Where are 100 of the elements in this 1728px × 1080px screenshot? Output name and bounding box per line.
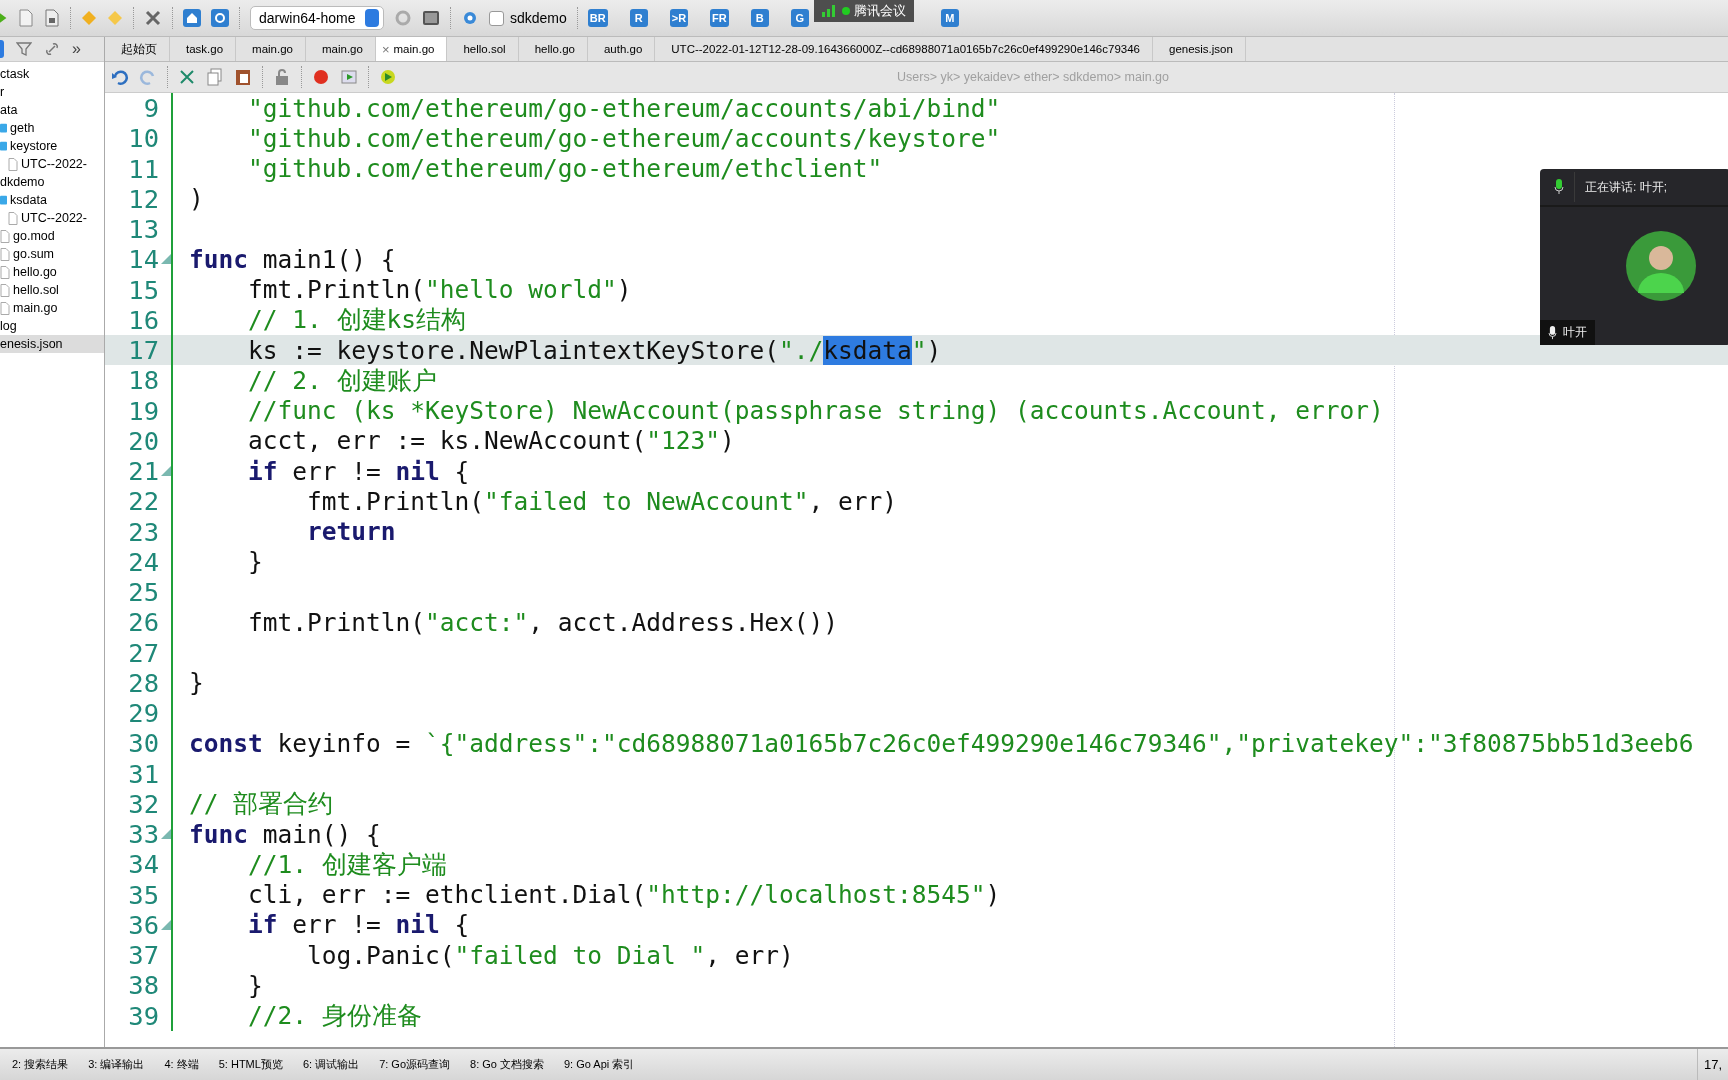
sidebar-tab[interactable] xyxy=(0,40,4,58)
lock-icon[interactable] xyxy=(273,68,291,86)
line-number: 28 xyxy=(127,667,159,698)
tree-item[interactable]: UTC--2022- xyxy=(0,155,104,173)
tree-item[interactable]: main.go xyxy=(0,299,104,317)
close-icon[interactable]: × xyxy=(381,41,390,57)
avatar xyxy=(1626,231,1696,301)
line-number: 15 xyxy=(127,274,159,305)
file-tab[interactable]: main.go xyxy=(236,37,306,61)
file-tab[interactable]: UTC--2022-01-12T12-28-09.164366000Z--cd68988071a0165b7c26c0ef499290e146c79346 xyxy=(655,37,1153,61)
code-editor[interactable] xyxy=(105,93,1728,1047)
tree-item[interactable]: ctask xyxy=(0,65,104,83)
tree-item[interactable]: keystore xyxy=(0,137,104,155)
file-tab[interactable]: 起始页 xyxy=(105,37,170,61)
tree-item[interactable]: enesis.json xyxy=(0,335,104,353)
redo-icon[interactable] xyxy=(139,68,157,86)
scissors-icon[interactable] xyxy=(178,68,196,86)
tool-button[interactable]: >R xyxy=(669,9,689,27)
panel-tab[interactable]: 4: 终端 xyxy=(154,1057,209,1072)
tree-label: geth xyxy=(10,121,35,135)
microphone-icon xyxy=(1548,325,1557,340)
project-checkbox[interactable] xyxy=(489,10,504,26)
panel-tab[interactable]: 6: 调试输出 xyxy=(292,1057,370,1072)
tree-item[interactable]: r xyxy=(0,83,104,101)
target-dropdown[interactable]: darwin64-home xyxy=(250,6,384,30)
line-number: 12 xyxy=(127,183,159,214)
go-icon[interactable] xyxy=(211,9,229,27)
home-icon[interactable] xyxy=(183,9,201,27)
file-tab[interactable]: × main.go xyxy=(375,37,448,61)
fold-marker-icon[interactable] xyxy=(161,829,171,840)
fold-marker-icon[interactable] xyxy=(161,466,171,477)
line-number: 39 xyxy=(127,1000,159,1031)
link-icon[interactable] xyxy=(44,41,60,57)
refresh-icon[interactable] xyxy=(394,9,412,27)
tree-label: hello.go xyxy=(13,265,57,279)
line-number: 21 xyxy=(127,456,159,487)
diamond-left-icon[interactable] xyxy=(81,10,97,26)
line-number: 33 xyxy=(127,819,159,850)
line-number: 25 xyxy=(127,577,159,608)
tools-icon[interactable] xyxy=(144,9,162,27)
tree-item[interactable]: hello.go xyxy=(0,263,104,281)
save-icon[interactable] xyxy=(44,9,60,27)
tool-button[interactable]: B xyxy=(750,9,769,27)
file-tab[interactable]: main.go xyxy=(306,37,376,61)
tree-label: ksdata xyxy=(10,193,47,207)
panel-tab[interactable]: 5: HTML预览 xyxy=(208,1057,293,1072)
code-line: //2. 身份准备 xyxy=(247,1000,422,1033)
tree-item[interactable]: go.mod xyxy=(0,227,104,245)
code-line: // 1. 创建ks结构 xyxy=(247,304,466,337)
filter-icon[interactable] xyxy=(16,41,32,57)
code-line: //func (ks *KeyStore) NewAccount(passphrase string) (accounts.Account, error) xyxy=(247,396,1384,426)
tree-label: r xyxy=(0,85,5,99)
tree-label: ata xyxy=(0,103,18,117)
tool-button[interactable]: R xyxy=(629,9,648,27)
file-tab[interactable]: hello.sol xyxy=(447,37,519,61)
panel-tab[interactable]: 7: Go源码查询 xyxy=(369,1057,461,1072)
line-number: 34 xyxy=(127,849,159,880)
stop-icon[interactable] xyxy=(422,9,440,27)
line-number: 35 xyxy=(127,879,159,910)
file-tab[interactable]: auth.go xyxy=(587,37,656,61)
tool-button[interactable]: G xyxy=(790,9,809,27)
tree-item[interactable]: dkdemo xyxy=(0,173,104,191)
tree-item[interactable]: ksdata xyxy=(0,191,104,209)
code-line: } xyxy=(247,970,263,1000)
undo-icon[interactable] xyxy=(111,68,129,86)
code-line: } xyxy=(189,668,204,698)
line-number: 37 xyxy=(127,940,159,971)
tree-item[interactable]: ata xyxy=(0,101,104,119)
fold-marker-icon[interactable] xyxy=(161,254,171,265)
file-tab[interactable]: task.go xyxy=(170,37,237,61)
copy-icon[interactable] xyxy=(206,68,224,86)
run-file-icon[interactable] xyxy=(340,68,358,86)
code-line: log.Panic("failed to Dial ", err) xyxy=(306,940,794,970)
tool-button[interactable]: BR xyxy=(587,9,608,27)
line-number: 16 xyxy=(127,304,159,335)
file-tab[interactable]: genesis.json xyxy=(1153,37,1246,61)
record-icon[interactable] xyxy=(312,68,330,86)
settings-icon[interactable] xyxy=(461,9,479,27)
line-number: 20 xyxy=(127,425,159,456)
tree-item[interactable]: go.sum xyxy=(0,245,104,263)
tree-item[interactable]: log xyxy=(0,317,104,335)
step-icon[interactable] xyxy=(379,68,397,86)
line-number: 27 xyxy=(127,637,159,668)
panel-tab[interactable]: 9: Go Api 索引 xyxy=(554,1057,645,1072)
panel-tab[interactable]: 8: Go 文档搜索 xyxy=(460,1057,554,1072)
file-tab[interactable]: hello.go xyxy=(518,37,588,61)
status-dot xyxy=(842,7,850,15)
tree-item[interactable]: UTC--2022- xyxy=(0,209,104,227)
panel-tab[interactable]: 2: 搜索结果 xyxy=(0,1057,79,1072)
tool-button[interactable]: FR xyxy=(710,9,729,27)
tool-button[interactable]: M xyxy=(940,9,959,27)
project-label: sdkdemo xyxy=(510,10,567,26)
document-icon[interactable] xyxy=(18,9,34,27)
tree-item[interactable]: geth xyxy=(0,119,104,137)
paste-icon[interactable] xyxy=(234,68,252,86)
fold-marker-icon[interactable] xyxy=(161,919,171,930)
more-button[interactable]: » xyxy=(72,40,81,58)
panel-tab[interactable]: 3: 编译输出 xyxy=(78,1057,155,1072)
tree-item[interactable]: hello.sol xyxy=(0,281,104,299)
line-number: 13 xyxy=(127,214,159,245)
